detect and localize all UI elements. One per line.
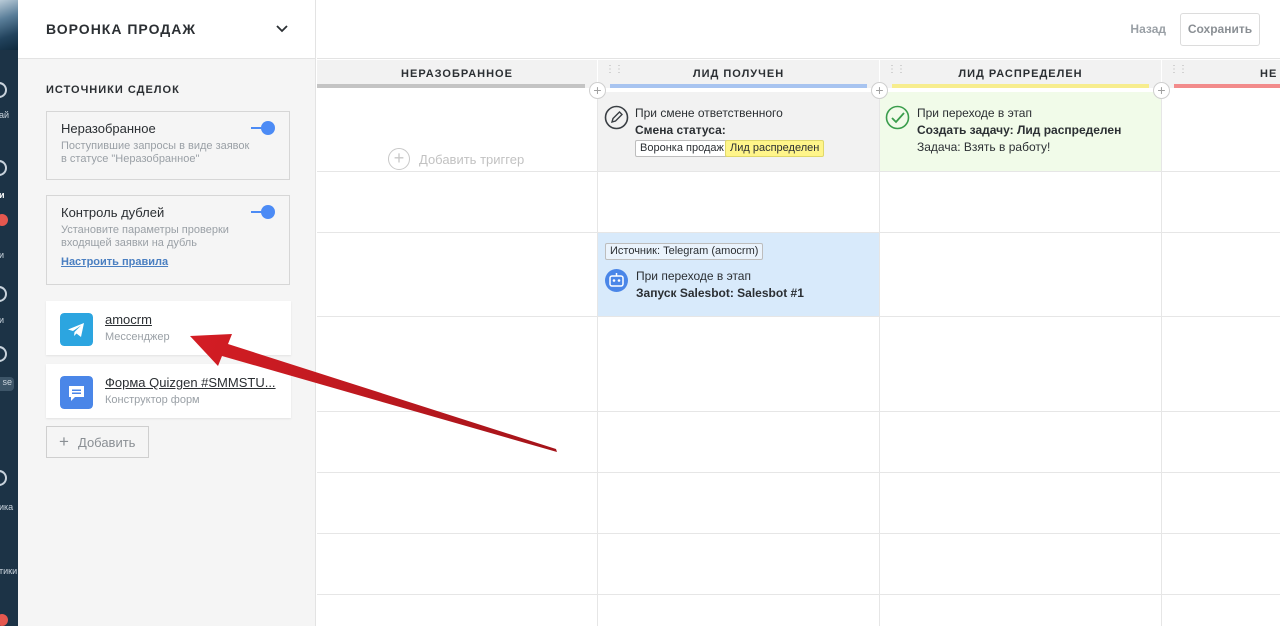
add-trigger-label: Добавить триггер xyxy=(419,152,525,167)
grid-line xyxy=(317,594,1280,595)
trigger-condition: При переходе в этап xyxy=(917,106,1032,120)
trigger-action: Запуск Salesbot: Salesbot #1 xyxy=(636,286,804,300)
trigger-create-task[interactable]: При переходе в этап Создать задачу: Лид … xyxy=(880,92,1161,171)
integration-type: Мессенджер xyxy=(105,331,170,343)
nav-label: и xyxy=(0,315,5,325)
nav-icon[interactable] xyxy=(0,160,7,176)
sources-section-title: ИСТОЧНИКИ СДЕЛОК xyxy=(46,84,180,96)
notification-badge xyxy=(0,214,8,226)
trigger-task-text: Задача: Взять в работу! xyxy=(917,140,1051,154)
trigger-action: Создать задачу: Лид распределен xyxy=(917,123,1122,137)
plus-circle-icon: + xyxy=(388,148,410,170)
unsorted-description: Поступившие запросы в виде заявок в стат… xyxy=(61,140,250,165)
column-title: ЛИД ПОЛУЧЕН xyxy=(692,68,785,80)
nav-label: ай xyxy=(0,110,10,120)
grid-line xyxy=(317,472,1280,473)
telegram-icon xyxy=(60,313,93,346)
column-color-bar xyxy=(1174,84,1280,88)
grid-line xyxy=(317,316,1280,317)
grid-line xyxy=(317,411,1280,412)
drag-handle-icon[interactable]: ⋮⋮ xyxy=(605,65,624,80)
column-header-lead-assigned[interactable]: ЛИД РАСПРЕДЕЛЕН xyxy=(880,60,1161,88)
unsorted-label: Неразобранное xyxy=(61,121,156,136)
duplicates-description: Установите параметры проверки входящей з… xyxy=(61,224,229,249)
grid-line xyxy=(317,533,1280,534)
integration-name[interactable]: amocrm xyxy=(105,312,152,327)
trigger-salesbot[interactable]: Источник: Telegram (amocrm) При переходе… xyxy=(598,233,879,316)
panel-header: ВОРОНКА ПРОДАЖ xyxy=(18,0,315,59)
check-circle-icon xyxy=(885,105,910,130)
pipeline-title[interactable]: ВОРОНКА ПРОДАЖ xyxy=(46,21,196,37)
chevron-down-icon[interactable] xyxy=(274,21,290,37)
notification-badge xyxy=(0,614,8,626)
trigger-action: Смена статуса: xyxy=(635,123,726,137)
nav-icon[interactable] xyxy=(0,82,7,98)
account-avatar[interactable] xyxy=(0,0,18,50)
duplicates-toggle[interactable] xyxy=(251,205,275,219)
nav-label: и xyxy=(0,250,5,260)
nav-label: ика xyxy=(0,502,14,512)
integration-type: Конструктор форм xyxy=(105,394,200,406)
column-header-lead-received[interactable]: ЛИД ПОЛУЧЕН xyxy=(598,60,879,88)
save-button[interactable]: Сохранить xyxy=(1180,13,1260,46)
trigger-responsible-change[interactable]: При смене ответственного Смена статуса: … xyxy=(598,92,879,171)
integration-name[interactable]: Форма Quizgen #SMMSTU... xyxy=(105,375,276,390)
pipeline-tag: Воронка продаж xyxy=(635,140,729,157)
nav-pill: se xyxy=(0,377,14,391)
drag-handle-icon[interactable]: ⋮⋮ xyxy=(887,65,906,80)
nav-icon[interactable] xyxy=(0,346,7,362)
nav-icon[interactable] xyxy=(0,470,7,486)
column-title: ЛИД РАСПРЕДЕЛЕН xyxy=(958,68,1083,80)
column-title: НЕРАЗОБРАННОЕ xyxy=(401,68,513,80)
configure-rules-link[interactable]: Настроить правила xyxy=(61,256,168,268)
back-link[interactable]: Назад xyxy=(1130,22,1166,36)
edit-icon xyxy=(604,105,629,130)
trigger-condition: При смене ответственного xyxy=(635,106,783,120)
column-color-bar xyxy=(610,84,867,88)
nav-label: тики xyxy=(0,566,18,576)
add-source-label: Добавить xyxy=(78,435,136,450)
add-stage-button[interactable]: + xyxy=(1153,82,1170,99)
duplicates-source-box: Контроль дублей Установите параметры про… xyxy=(46,195,290,285)
add-source-button[interactable]: + Добавить xyxy=(46,426,149,458)
duplicates-label: Контроль дублей xyxy=(61,205,165,220)
pipeline-board: НЕРАЗОБРАННОЕ ЛИД ПОЛУЧЕН ЛИД РАСПРЕДЕЛЕ… xyxy=(317,60,1280,626)
stage-tag: Лид распределен xyxy=(725,140,825,157)
column-title: НЕ xyxy=(1260,68,1278,80)
column-color-bar xyxy=(892,84,1149,88)
nav-label: и xyxy=(0,190,5,200)
add-stage-button[interactable]: + xyxy=(871,82,888,99)
column-header-unsorted[interactable]: НЕРАЗОБРАННОЕ xyxy=(317,60,597,88)
grid-line xyxy=(317,171,1280,172)
trigger-condition: При переходе в этап xyxy=(636,269,751,283)
form-chat-icon xyxy=(60,376,93,409)
unsorted-toggle[interactable] xyxy=(251,121,275,135)
main-nav-strip: ай и и и se ика тики xyxy=(0,0,18,626)
robot-icon xyxy=(605,269,628,292)
plus-icon: + xyxy=(59,432,69,451)
add-stage-button[interactable]: + xyxy=(589,82,606,99)
integration-card-amocrm[interactable]: amocrm Мессенджер xyxy=(46,301,291,355)
integration-card-quizgen[interactable]: Форма Quizgen #SMMSTU... Конструктор фор… xyxy=(46,364,291,418)
drag-handle-icon[interactable]: ⋮⋮ xyxy=(1169,65,1188,80)
source-tag: Источник: Telegram (amocrm) xyxy=(605,243,764,260)
pipeline-settings-panel: ВОРОНКА ПРОДАЖ ИСТОЧНИКИ СДЕЛОК Неразобр… xyxy=(18,0,316,626)
top-bar: Назад Сохранить xyxy=(317,0,1280,59)
trigger-cell-unsorted[interactable]: + Добавить триггер xyxy=(317,88,597,171)
unsorted-source-box: Неразобранное Поступившие запросы в виде… xyxy=(46,111,290,180)
nav-icon[interactable] xyxy=(0,286,7,302)
grid-line xyxy=(1161,88,1162,626)
